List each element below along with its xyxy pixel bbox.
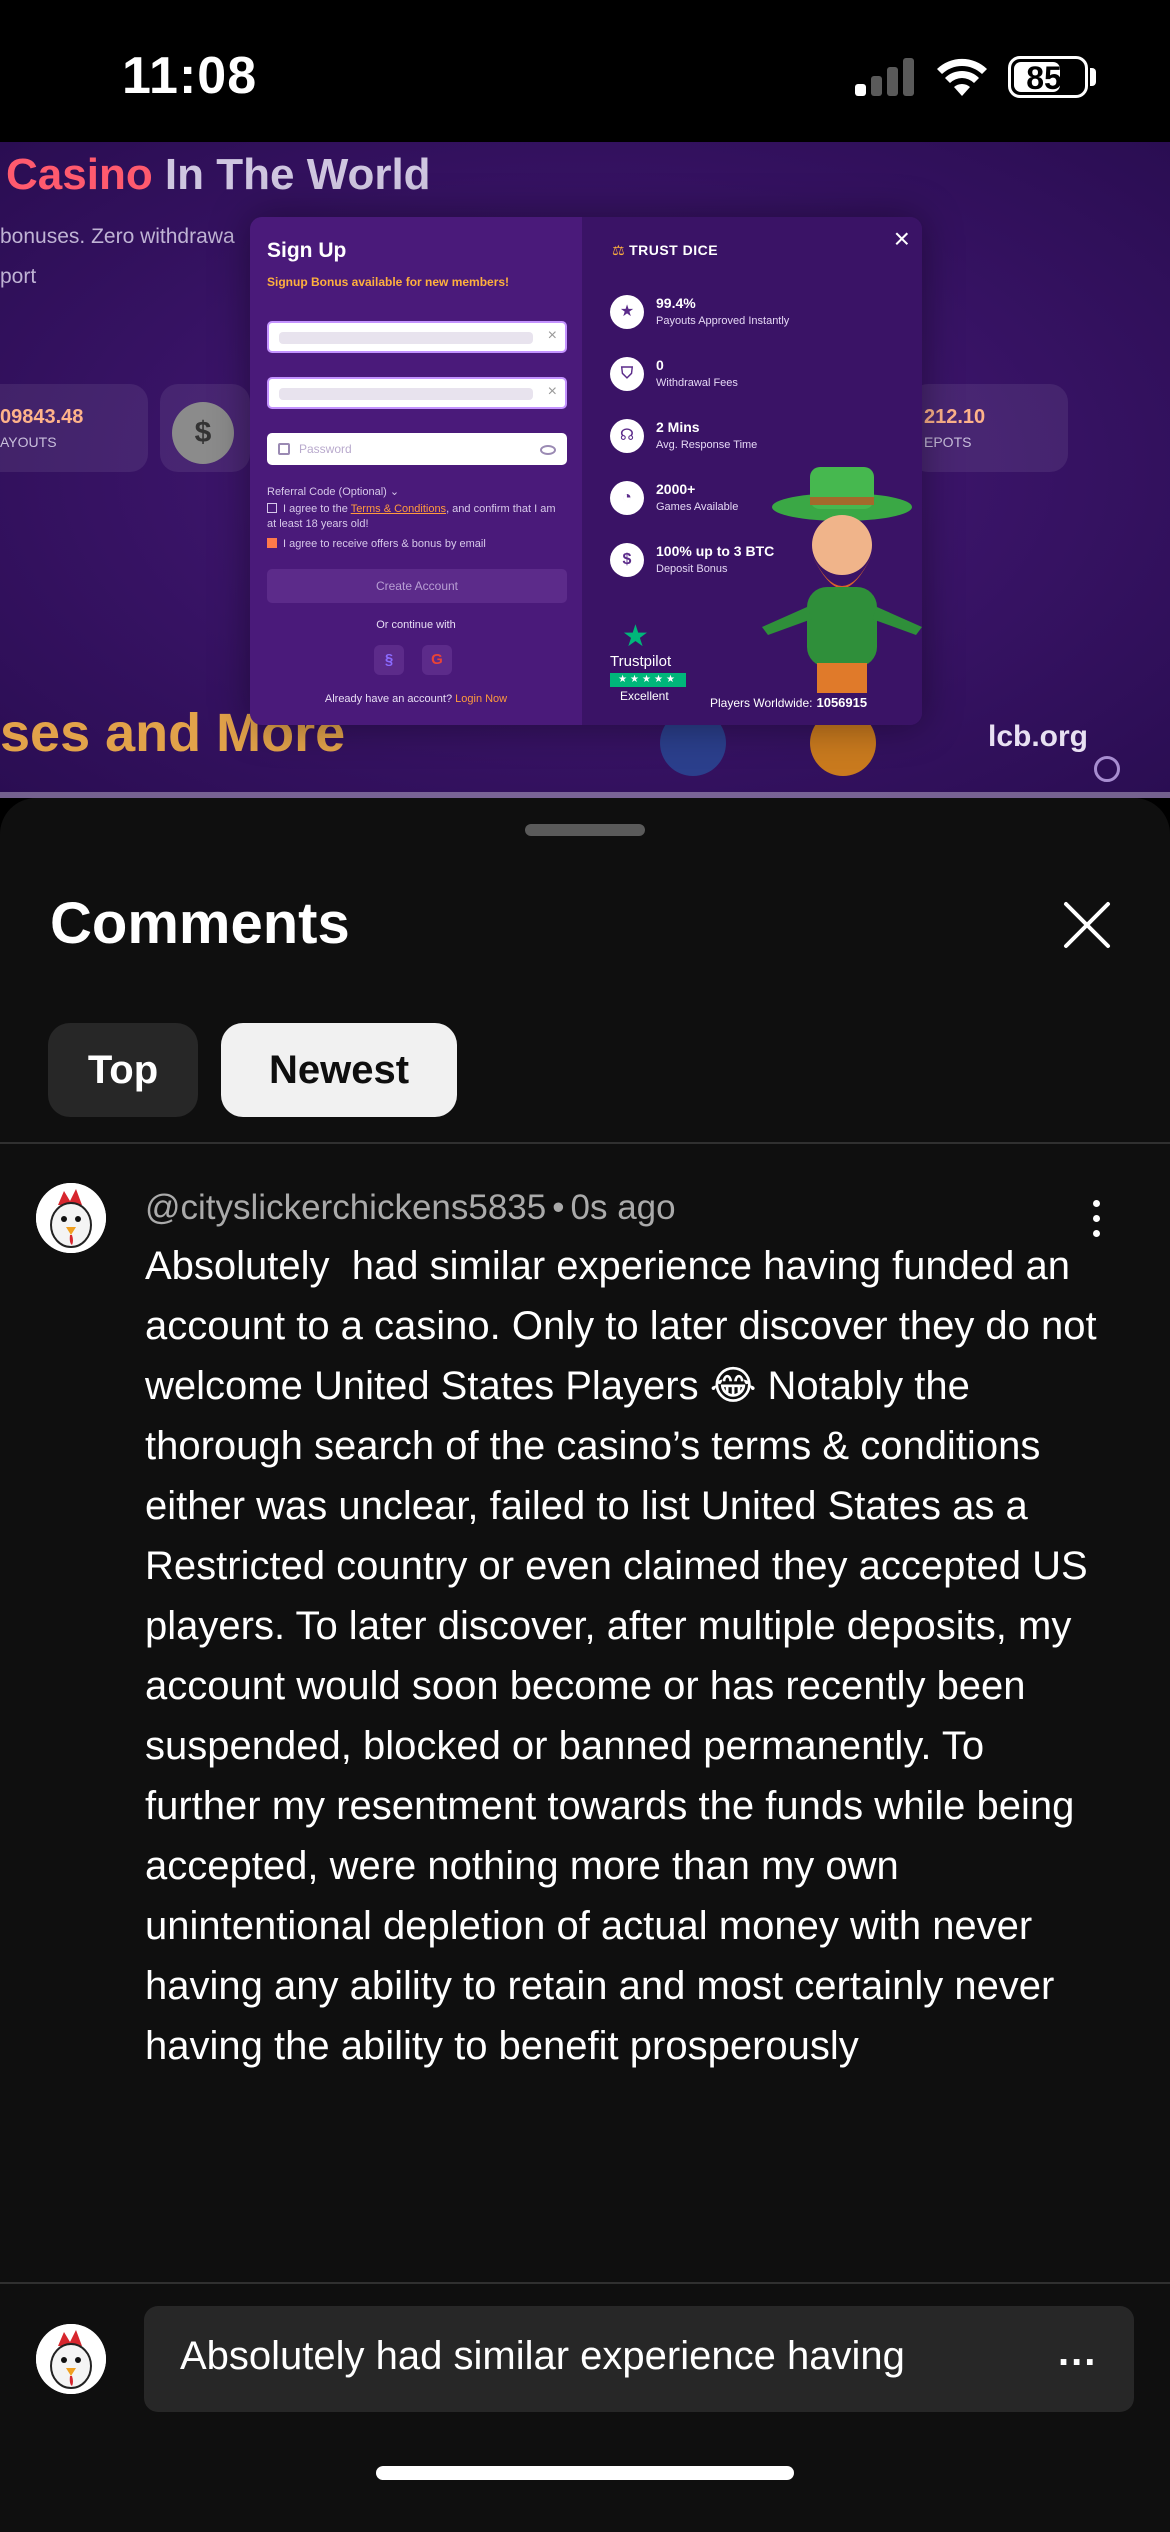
terms-checkbox	[267, 503, 277, 513]
comment-author-line: @cityslickerchickens5835 • 0s ago	[145, 1188, 676, 1227]
referral-code-toggle: Referral Code (Optional) ⌄	[267, 486, 400, 498]
filter-newest-button[interactable]: Newest	[221, 1023, 457, 1117]
brand-logo: ⚖ TRUST DICE	[612, 242, 719, 258]
avatar[interactable]	[36, 1183, 106, 1253]
headline-rest: In The World	[152, 150, 431, 199]
offers-checkbox-row: I agree to receive offers & bonus by ema…	[267, 537, 567, 552]
money-bag-icon: $	[172, 402, 234, 464]
terms-checkbox-row: I agree to the Terms & Conditions, and c…	[267, 503, 556, 530]
domain-watermark: lcb.org	[988, 720, 1089, 753]
clear-icon: ×	[547, 383, 557, 400]
payout-icon: ★	[610, 295, 644, 329]
trustpilot-star-icon: ★	[622, 620, 649, 653]
clear-icon: ×	[547, 327, 557, 344]
battery-nub	[1090, 68, 1096, 86]
comment-draft: Absolutely had similar experience having	[180, 2334, 905, 2378]
filter-top-button[interactable]: Top	[48, 1023, 198, 1117]
comments-sheet: Comments Top Newest @cityslickerchickens…	[0, 798, 1170, 2532]
email-field: ×	[267, 321, 567, 353]
password-placeholder: Password	[299, 442, 352, 456]
close-icon[interactable]	[1060, 898, 1114, 952]
comment-author[interactable]: @cityslickerchickens5835	[145, 1188, 546, 1227]
google-icon: G	[422, 645, 452, 675]
coin-icon: $	[610, 543, 644, 577]
shield-icon: ⛉	[610, 357, 644, 391]
games-icon: ◔	[610, 481, 644, 515]
status-time: 11:08	[122, 47, 258, 105]
lock-icon	[278, 443, 290, 455]
headset-icon: ☊	[610, 419, 644, 453]
eye-icon	[540, 445, 556, 455]
background-headline: Casino In The World	[6, 150, 431, 200]
stat-left-label: AYOUTS	[0, 434, 57, 450]
signup-form-panel: Sign Up Signup Bonus available for new m…	[250, 217, 582, 725]
leprechaun-mascot	[762, 467, 922, 693]
cellular-signal-icon	[855, 58, 915, 96]
offers-checkbox	[267, 538, 277, 548]
stat-right-value: 212.10	[924, 406, 986, 428]
password-field: Password	[267, 433, 567, 465]
stat-right-label: EPOTS	[924, 434, 972, 450]
players-worldwide: Players Worldwide: 1056915	[710, 695, 868, 710]
username-field: ×	[267, 377, 567, 409]
dice-icon: ⚖	[612, 242, 626, 258]
status-bar: 11:08 85	[0, 0, 1170, 142]
login-prompt: Already have an account? Login Now	[324, 693, 508, 705]
headline-accent: Casino	[6, 150, 153, 199]
divider	[0, 1142, 1170, 1144]
metamask-icon: §	[374, 645, 404, 675]
drag-handle[interactable]	[525, 824, 645, 836]
signup-info-panel: × ⚖ TRUST DICE ★ 99.4% Payouts Approved I…	[582, 217, 922, 725]
login-link: Login Now	[455, 693, 508, 705]
battery-icon: 85	[1008, 56, 1088, 98]
home-indicator[interactable]	[376, 2466, 794, 2480]
terms-link: Terms & Conditions	[350, 503, 447, 515]
background-stat-right: 212.10 EPOTS	[910, 384, 1068, 472]
trustpilot-rating: Excellent	[620, 689, 669, 703]
background-subtext: bonuses. Zero withdrawa port	[0, 225, 235, 288]
trustpilot-stars: ★★★★★	[610, 673, 686, 687]
more-options-icon[interactable]	[1090, 1200, 1102, 1240]
expand-draft-icon[interactable]: ...	[1058, 2330, 1097, 2375]
signup-title: Sign Up	[267, 239, 347, 262]
background-stat-left: 09843.48 AYOUTS	[0, 384, 148, 472]
trustpilot-label: Trustpilot	[610, 653, 672, 670]
video-player[interactable]: Casino In The World bonuses. Zero withdr…	[0, 142, 1170, 798]
modal-close-icon: ×	[893, 223, 910, 254]
avatar	[36, 2324, 106, 2394]
stat-left-value: 09843.48	[0, 406, 84, 428]
or-continue-label: Or continue with	[376, 619, 456, 631]
battery-level: 85	[1026, 60, 1062, 96]
divider	[0, 2282, 1170, 2284]
chat-icon	[1094, 756, 1120, 782]
comment-input[interactable]: Absolutely had similar experience having…	[144, 2306, 1134, 2412]
wifi-icon	[937, 58, 987, 96]
signup-modal: Sign Up Signup Bonus available for new m…	[250, 217, 922, 725]
comment-text: Absolutely had similar experience having…	[145, 1244, 1108, 2068]
comments-title: Comments	[50, 891, 350, 956]
signup-subtitle: Signup Bonus available for new members!	[267, 275, 510, 289]
create-account-button: Create Account	[267, 569, 567, 603]
comment-time: 0s ago	[570, 1188, 676, 1227]
